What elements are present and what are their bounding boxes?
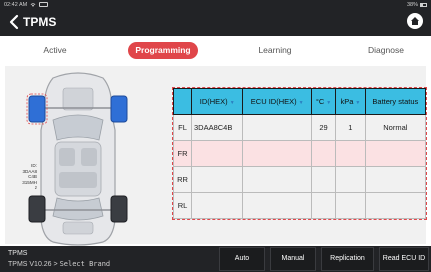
status-icons (30, 2, 48, 8)
battery-percent: 38% (406, 2, 418, 8)
function-tabs: Active Programming Learning Diagnose (0, 40, 431, 62)
column-header-position (173, 88, 192, 115)
column-header-ecu-id-hex[interactable]: ECU ID(HEX) ▼ (242, 88, 312, 115)
breadcrumb-current: Select Brand (59, 260, 111, 268)
table-row[interactable]: RL (173, 192, 427, 219)
read-ecu-id-button[interactable]: Read ECU ID (379, 247, 429, 271)
cell-ecu-id-hex[interactable] (242, 114, 312, 141)
cell-position: RR (173, 166, 192, 193)
cell-battery-status (364, 192, 427, 219)
cell-id-hex[interactable] (190, 166, 244, 193)
column-header-battery-status: Battery status (364, 88, 427, 115)
cell-temperature: 29 (310, 114, 337, 141)
battery-icon (420, 3, 427, 7)
car-diagram (26, 72, 128, 246)
replication-button[interactable]: Replication (321, 247, 374, 271)
table-row[interactable]: RR (173, 166, 427, 193)
cell-pressure (335, 166, 366, 193)
cell-temperature (310, 166, 337, 193)
cell-id-hex[interactable]: 3DAA8C4B (190, 114, 244, 141)
cell-pressure: 1 (335, 114, 366, 141)
tab-diagnose[interactable]: Diagnose (356, 42, 416, 59)
status-battery: 38% (407, 0, 427, 10)
tpms-sensor-table: ID(HEX) ▼ ECU ID(HEX) ▼ °C ▼ kPa ▼ Battery s… (173, 88, 427, 219)
wifi-icon (30, 3, 36, 7)
top-header: 02:42 AM 38% TPMS (0, 0, 431, 36)
sort-caret-icon: ▼ (229, 100, 235, 106)
sort-caret-icon: ▼ (355, 100, 361, 106)
breadcrumb: TPMS V10.26 > Select Brand (8, 260, 110, 269)
version-label: TPMS V10.26 > (8, 261, 58, 268)
cell-battery-status (364, 140, 427, 167)
sort-caret-icon: ▼ (326, 100, 332, 106)
cell-position: RL (173, 192, 192, 219)
home-button[interactable] (407, 13, 423, 29)
table-row-selected[interactable]: FR (173, 140, 427, 167)
cell-temperature (310, 192, 337, 219)
bottom-bar: TPMS TPMS V10.26 > Select Brand Auto Man… (0, 246, 431, 272)
manual-button[interactable]: Manual (270, 247, 316, 271)
cell-ecu-id-hex[interactable] (242, 166, 312, 193)
column-header-temperature[interactable]: °C ▼ (310, 88, 337, 115)
status-time: 02:42 AM (4, 2, 28, 8)
column-header-id-hex[interactable]: ID(HEX) ▼ (190, 88, 244, 115)
cell-temperature (310, 140, 337, 167)
table-header-row: ID(HEX) ▼ ECU ID(HEX) ▼ °C ▼ kPa ▼ Battery s… (173, 88, 427, 115)
auto-button[interactable]: Auto (219, 247, 265, 271)
tab-active[interactable]: Active (30, 42, 80, 59)
home-icon (411, 17, 419, 25)
cell-ecu-id-hex[interactable] (242, 140, 312, 167)
footer-title: TPMS (8, 250, 28, 257)
cell-id-hex[interactable] (190, 192, 244, 219)
sort-caret-icon: ▼ (298, 100, 304, 106)
cell-battery-status: Normal (364, 114, 427, 141)
cell-id-hex[interactable] (190, 140, 244, 167)
page-title: TPMS (23, 15, 57, 29)
cell-ecu-id-hex[interactable] (242, 192, 312, 219)
tab-learning[interactable]: Learning (250, 42, 300, 59)
back-arrow-icon[interactable] (7, 14, 21, 30)
cell-battery-status (364, 166, 427, 193)
cell-pressure (335, 140, 366, 167)
column-header-pressure[interactable]: kPa ▼ (335, 88, 366, 115)
tab-programming[interactable]: Programming (128, 42, 198, 59)
cell-pressure (335, 192, 366, 219)
cell-position: FL (173, 114, 192, 141)
status-bar: 02:42 AM 38% (0, 0, 431, 10)
table-row[interactable]: FL 3DAA8C4B 29 1 Normal (173, 114, 427, 141)
vci-connection-icon (39, 2, 48, 7)
cell-position: FR (173, 140, 192, 167)
